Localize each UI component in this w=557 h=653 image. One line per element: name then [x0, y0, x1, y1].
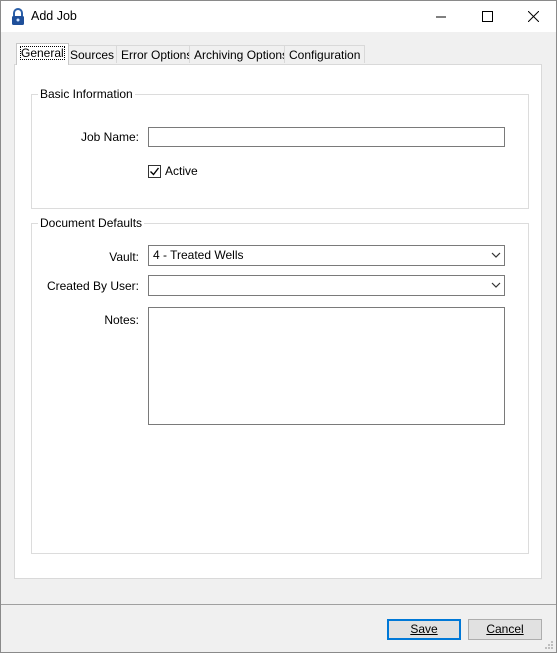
vault-selected-value: 4 - Treated Wells [153, 248, 244, 262]
cancel-button-label: Cancel [486, 622, 524, 636]
job-name-label: Job Name: [80, 130, 139, 144]
tab-error-options[interactable]: Error Options [116, 45, 198, 63]
cancel-button[interactable]: Cancel [468, 619, 542, 640]
save-button-label: Save [410, 622, 438, 636]
notes-textarea[interactable] [148, 307, 505, 425]
button-bar: Save Cancel [1, 605, 556, 652]
tab-general-label: General [20, 46, 65, 60]
window-title: Add Job [31, 9, 77, 23]
maximize-icon [481, 11, 493, 22]
chevron-down-icon [491, 282, 501, 288]
general-tab-panel: Basic Information Job Name: Active Docum… [14, 64, 542, 579]
tab-general[interactable]: General [16, 43, 69, 65]
tab-archiving-options[interactable]: Archiving Options [189, 45, 294, 63]
basic-information-legend: Basic Information [38, 87, 135, 101]
minimize-icon [436, 16, 446, 17]
minimize-button[interactable] [418, 1, 464, 32]
tab-configuration[interactable]: Configuration [284, 45, 366, 63]
close-icon [527, 11, 539, 22]
close-button[interactable] [510, 1, 556, 32]
active-checkbox[interactable] [148, 165, 161, 178]
save-button[interactable]: Save [387, 619, 461, 640]
basic-information-group: Basic Information Job Name: Active [31, 87, 529, 209]
vault-select[interactable]: 4 - Treated Wells [148, 245, 505, 266]
job-name-input[interactable] [148, 127, 505, 147]
lock-icon [10, 8, 26, 26]
maximize-button[interactable] [464, 1, 510, 32]
chevron-down-icon [491, 252, 501, 258]
checkmark-icon [150, 167, 160, 176]
document-defaults-legend: Document Defaults [38, 216, 145, 230]
vault-label: Vault: [109, 250, 139, 264]
created-by-user-select[interactable] [148, 275, 505, 296]
notes-label: Notes: [104, 313, 139, 327]
resize-grip-icon[interactable] [544, 640, 554, 650]
created-by-user-label: Created By User: [46, 279, 139, 293]
document-defaults-group: Document Defaults Vault: 4 - Treated Wel… [31, 216, 529, 554]
add-job-dialog: Add Job General Sources Error Options Ar… [0, 0, 557, 653]
tab-sources[interactable]: Sources [65, 45, 120, 63]
active-label[interactable]: Active [165, 164, 198, 178]
title-bar[interactable]: Add Job [1, 1, 556, 32]
